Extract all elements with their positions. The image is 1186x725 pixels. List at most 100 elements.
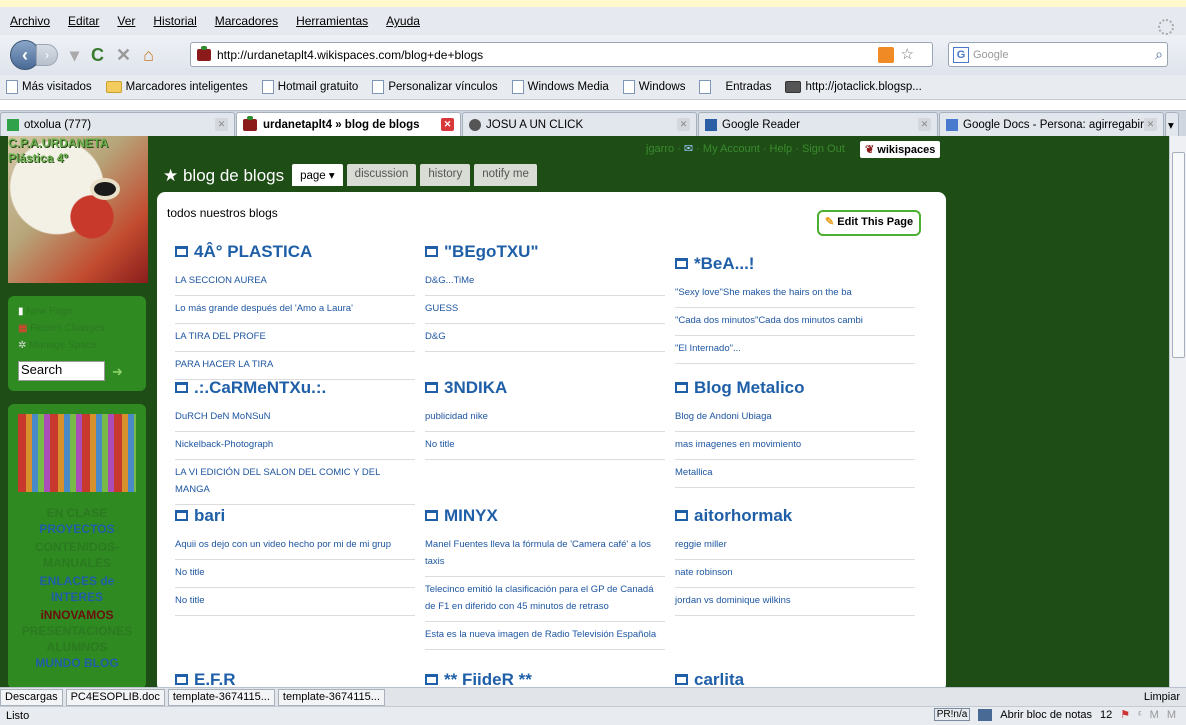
stop-icon[interactable]: ✕ xyxy=(116,45,131,66)
menu-herramientas[interactable]: Herramientas xyxy=(292,12,372,30)
my-account-link[interactable]: My Account xyxy=(703,143,760,155)
nav-innovamos[interactable]: iNNOVAMOS xyxy=(8,608,146,622)
wiki-search-input[interactable]: Search xyxy=(18,361,105,381)
blog-post-link[interactable]: D&G...TiMe xyxy=(425,268,665,296)
nav-alumnos[interactable]: ALUMNOS xyxy=(8,640,146,654)
blog-title-link[interactable]: bari xyxy=(175,506,415,526)
nav-enlaces[interactable]: ENLACES de xyxy=(8,574,146,588)
blog-post-link[interactable]: No title xyxy=(425,432,665,460)
download-item[interactable]: PC4ESOPLIB.doc xyxy=(65,688,165,706)
wikispaces-logo[interactable]: ❦ wikispaces xyxy=(860,141,941,158)
tab-otxolua[interactable]: otxolua (777) ✕ xyxy=(0,112,235,136)
bookmark-hotmail[interactable]: Hotmail gratuito xyxy=(261,80,358,94)
reload-icon[interactable]: C xyxy=(91,45,104,66)
open-notepad-link[interactable]: Abrir bloc de notas xyxy=(1000,709,1092,721)
bookmark-jotaclick[interactable]: http://jotaclick.blogsp... xyxy=(785,81,922,93)
blog-title-link[interactable]: *BeA...! xyxy=(675,254,915,274)
notepad-icon[interactable] xyxy=(978,708,993,721)
blog-title-link[interactable]: aitorhormak xyxy=(675,506,915,526)
blog-post-link[interactable]: "El Internado"... xyxy=(675,336,915,364)
google-engine-icon[interactable]: G xyxy=(953,46,969,63)
tab-josu[interactable]: JOSU A UN CLICK ✕ xyxy=(462,112,697,136)
blog-title-link[interactable]: carlita xyxy=(675,670,915,687)
blog-post-link[interactable]: DuRCH DeN MoNSuN xyxy=(175,404,415,432)
bookmark-entradas[interactable]: Entradas xyxy=(725,81,771,93)
nav-manuales[interactable]: MANUALES xyxy=(8,556,146,570)
blog-post-link[interactable]: Nickelback-Photograph xyxy=(175,432,415,460)
blog-post-link[interactable]: PARA HACER LA TIRA xyxy=(175,352,415,380)
bookmark-marcadores-inteligentes[interactable]: Marcadores inteligentes xyxy=(105,81,248,93)
vertical-scrollbar[interactable] xyxy=(1169,136,1186,687)
nav-contenidos[interactable]: CONTENIDOS- xyxy=(8,540,146,554)
tab-google-reader[interactable]: Google Reader ✕ xyxy=(698,112,938,136)
blog-title-link[interactable]: Blog Metalico xyxy=(675,378,915,398)
url-text[interactable]: http://urdanetaplt4.wikispaces.com/blog+… xyxy=(217,48,483,62)
username-link[interactable]: jgarro xyxy=(646,143,674,155)
downloads-label[interactable]: Descargas xyxy=(0,688,63,706)
close-icon[interactable]: ✕ xyxy=(1144,118,1157,131)
ime-indicator[interactable]: PR!n/a xyxy=(933,708,971,721)
download-item[interactable]: template-3674115... xyxy=(167,688,275,706)
nav-interes[interactable]: INTERES xyxy=(8,590,146,604)
tab-history[interactable]: history xyxy=(420,164,471,186)
menu-archivo[interactable]: Archivo xyxy=(6,12,54,30)
menu-ayuda[interactable]: Ayuda xyxy=(382,12,424,30)
menu-ver[interactable]: Ver xyxy=(113,12,139,30)
tab-page[interactable]: page ▾ xyxy=(292,164,343,186)
mail-icon[interactable]: ✉ xyxy=(684,143,693,155)
blog-post-link[interactable]: publicidad nike xyxy=(425,404,665,432)
blog-post-link[interactable]: No title xyxy=(175,560,415,588)
scrollbar-thumb[interactable] xyxy=(1172,152,1185,358)
blog-post-link[interactable]: D&G xyxy=(425,324,665,352)
edit-page-button[interactable]: ✎ Edit This Page xyxy=(817,210,922,236)
menu-marcadores[interactable]: Marcadores xyxy=(211,12,282,30)
recent-changes-link[interactable]: ▦ Recent Changes xyxy=(18,323,105,334)
blog-post-link[interactable]: reggie miller xyxy=(675,532,915,560)
flag-icon[interactable]: ⚑ xyxy=(1120,708,1130,721)
nav-mundo-blog[interactable]: MUNDO BLOG xyxy=(8,656,146,670)
bookmark-windows-media[interactable]: Windows Media xyxy=(511,80,609,94)
blog-post-link[interactable]: nate robinson xyxy=(675,560,915,588)
blog-post-link[interactable]: LA SECCION AUREA xyxy=(175,268,415,296)
close-icon[interactable]: ✕ xyxy=(918,118,931,131)
tab-blog-de-blogs[interactable]: urdanetaplt4 » blog de blogs ✕ xyxy=(236,112,461,136)
blog-post-link[interactable]: GUESS xyxy=(425,296,665,324)
tab-discussion[interactable]: discussion xyxy=(346,164,417,186)
address-bar[interactable]: http://urdanetaplt4.wikispaces.com/blog+… xyxy=(190,42,933,67)
blog-post-link[interactable]: LA VI EDICIÓN DEL SALON DEL COMIC Y DEL … xyxy=(175,460,415,505)
blog-post-link[interactable]: jordan vs dominique wilkins xyxy=(675,588,915,616)
blog-post-link[interactable]: "Cada dos minutos"Cada dos minutos cambi xyxy=(675,308,915,336)
history-dropdown-icon[interactable]: ▾ xyxy=(70,45,79,66)
tab-list-button[interactable]: ▾ xyxy=(1165,112,1179,136)
manage-space-link[interactable]: ✲ Manage Space xyxy=(18,340,96,351)
menu-historial[interactable]: Historial xyxy=(149,12,200,30)
blog-post-link[interactable]: Lo más grande después del 'Amo a Laura' xyxy=(175,296,415,324)
bookmark-mas-visitados[interactable]: Más visitados xyxy=(6,80,92,94)
blog-post-link[interactable]: Blog de Andoni Ubiaga xyxy=(675,404,915,432)
blog-post-link[interactable]: Metallica xyxy=(675,460,915,488)
blog-title-link[interactable]: "BEgoTXU" xyxy=(425,242,665,262)
search-box[interactable]: G Google ⌕ xyxy=(948,42,1168,67)
blog-post-link[interactable]: Manel Fuentes lleva la fórmula de 'Camer… xyxy=(425,532,665,577)
nav-en-clase[interactable]: EN CLASE xyxy=(8,506,146,520)
blog-post-link[interactable]: "Sexy love"She makes the hairs on the ba xyxy=(675,280,915,308)
blog-title-link[interactable]: 4Â° PLASTICA xyxy=(175,242,415,262)
bookmark-blank[interactable] xyxy=(699,80,712,94)
blog-title-link[interactable]: 3NDIKA xyxy=(425,378,665,398)
blog-title-link[interactable]: MINYX xyxy=(425,506,665,526)
close-icon[interactable]: ✕ xyxy=(441,118,454,131)
search-go-icon[interactable]: ➜ xyxy=(112,364,123,380)
blog-post-link[interactable]: LA TIRA DEL PROFE xyxy=(175,324,415,352)
blog-post-link[interactable]: mas imagenes en movimiento xyxy=(675,432,915,460)
nav-presentaciones[interactable]: PRESENTACIONES xyxy=(8,624,146,638)
blog-title-link[interactable]: .:.CaRMeNTXu.:. xyxy=(175,378,415,398)
help-link[interactable]: Help xyxy=(770,143,793,155)
blog-post-link[interactable]: Aquii os dejo con un video hecho por mi … xyxy=(175,532,415,560)
menu-editar[interactable]: Editar xyxy=(64,12,103,30)
nav-proyectos[interactable]: PROYECTOS xyxy=(8,522,146,536)
blog-title-link[interactable]: E.F.R xyxy=(175,670,415,687)
bookmark-windows[interactable]: Windows xyxy=(622,80,685,94)
search-placeholder[interactable]: Google xyxy=(973,49,1008,61)
search-icon[interactable]: ⌕ xyxy=(1155,46,1163,63)
clear-downloads-button[interactable]: Limpiar xyxy=(1144,691,1180,703)
